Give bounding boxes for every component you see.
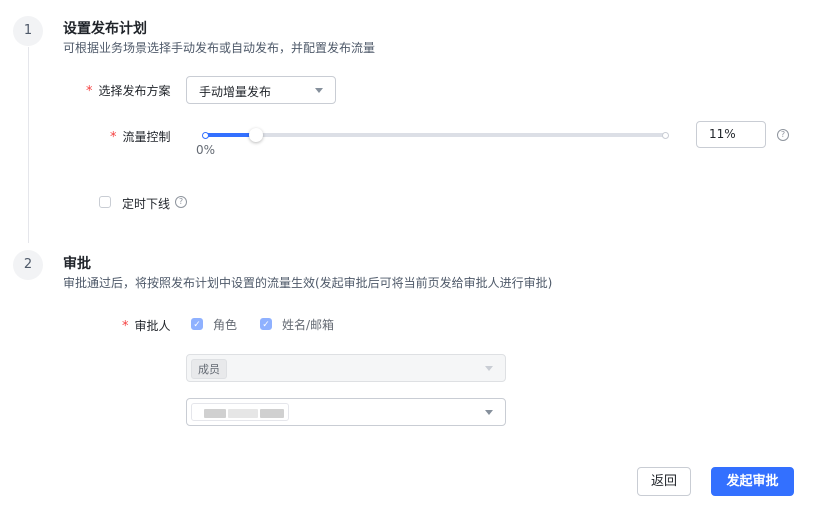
slider-end-dot <box>662 132 669 139</box>
help-icon[interactable]: ? <box>777 129 789 141</box>
required-mark: * <box>110 130 117 145</box>
step-1-title: 设置发布计划 <box>63 21 147 37</box>
redacted-text <box>228 409 258 418</box>
traffic-percent-input[interactable]: 11% <box>696 121 766 148</box>
required-mark: * <box>86 84 93 99</box>
chevron-down-icon <box>485 366 493 371</box>
approver-label-text: 审批人 <box>134 319 171 333</box>
selected-member-tag <box>191 403 289 421</box>
step-connector-line <box>28 47 29 243</box>
check-icon: ✓ <box>262 320 270 330</box>
redacted-text <box>204 409 226 418</box>
step-2-badge: 2 <box>13 250 43 280</box>
plan-select-value: 手动增量发布 <box>199 85 272 99</box>
required-mark: * <box>122 319 129 334</box>
step-1-badge: 1 <box>13 16 43 46</box>
slider-min-label: 0% <box>196 143 216 157</box>
chevron-down-icon <box>315 88 323 93</box>
approver-field-label: * 审批人 <box>122 317 171 334</box>
role-select: 成员 <box>186 354 506 382</box>
help-icon[interactable]: ? <box>175 196 187 208</box>
slider-track <box>205 133 667 137</box>
step-2-description: 审批通过后，将按照发布计划中设置的流量生效(发起审批后可将当前页发给审批人进行审… <box>63 276 553 290</box>
traffic-field-label: * 流量控制 <box>110 128 171 145</box>
redacted-text <box>260 409 284 418</box>
role-tag: 成员 <box>191 359 227 379</box>
plan-label-text: 选择发布方案 <box>98 84 171 98</box>
back-button[interactable]: 返回 <box>637 467 691 496</box>
submit-approval-button[interactable]: 发起审批 <box>711 467 794 496</box>
scheduled-offline-checkbox[interactable] <box>99 196 111 208</box>
check-icon: ✓ <box>193 320 201 330</box>
slider-start-dot <box>202 132 209 139</box>
approver-name-email-checkbox[interactable]: ✓ <box>260 318 272 330</box>
chevron-down-icon <box>485 410 493 415</box>
traffic-slider[interactable] <box>200 124 672 146</box>
member-select[interactable] <box>186 398 506 426</box>
slider-thumb[interactable] <box>248 128 263 142</box>
plan-field-label: * 选择发布方案 <box>86 82 171 99</box>
scheduled-offline-label: 定时下线 <box>122 197 171 211</box>
approver-role-label: 角色 <box>213 318 238 332</box>
step-2-title: 审批 <box>63 256 91 272</box>
approver-name-email-label: 姓名/邮箱 <box>282 318 335 332</box>
step-1-description: 可根据业务场景选择手动发布或自动发布，并配置发布流量 <box>63 41 376 55</box>
approver-role-checkbox[interactable]: ✓ <box>191 318 203 330</box>
traffic-label-text: 流量控制 <box>122 130 171 144</box>
plan-select[interactable]: 手动增量发布 <box>186 76 336 104</box>
